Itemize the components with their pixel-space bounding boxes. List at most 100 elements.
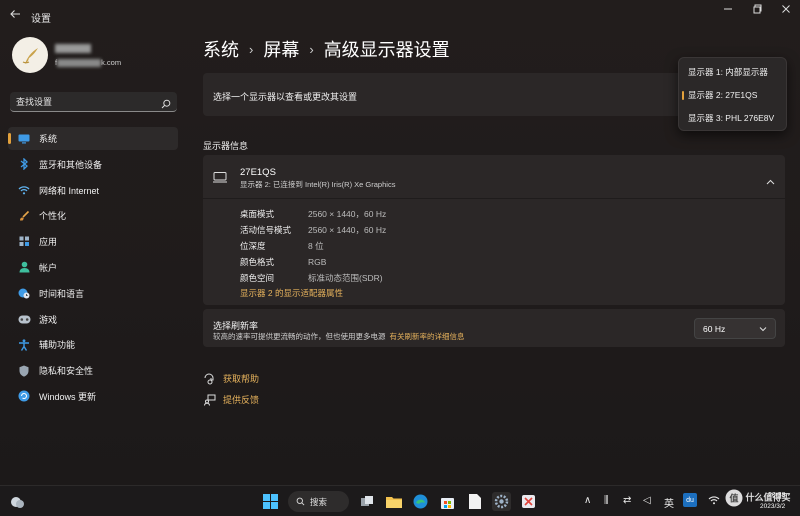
- display-subtitle: 显示器 2: 已连接到 Intel(R) Iris(R) Xe Graphics: [240, 180, 396, 189]
- apps-icon: [17, 235, 31, 249]
- network-icon: [17, 183, 31, 197]
- refresh-rate-value: 60 Hz: [703, 324, 726, 334]
- sidebar-item-bluetooth[interactable]: 蓝牙和其他设备: [8, 153, 178, 176]
- get-help-link[interactable]: 获取帮助: [203, 372, 259, 385]
- accessibility-icon: [17, 338, 31, 352]
- svg-text:值: 值: [729, 493, 738, 505]
- taskbar-search-label: 搜索: [310, 496, 328, 507]
- maximize-icon[interactable]: [745, 4, 771, 20]
- avatar-quill-icon: [22, 48, 38, 64]
- file-explorer-icon[interactable]: [384, 492, 403, 511]
- display-option-selected[interactable]: 显示器 2: 27E1QS: [679, 85, 786, 105]
- display-select-dropdown[interactable]: 显示器 1: 内部显示器 显示器 2: 27E1QS 显示器 3: PHL 27…: [678, 57, 787, 131]
- info-label: 桌面模式: [240, 209, 275, 219]
- refresh-rate-desc-text: 较高的速率可提供更流畅的动作，但也使用更多电源: [213, 332, 386, 341]
- sidebar-item-label: 个性化: [39, 211, 67, 222]
- refresh-rate-info-link[interactable]: 有关刷新率的详细信息: [390, 332, 465, 341]
- display-name: 27E1QS: [240, 167, 276, 178]
- search-icon: [296, 497, 305, 506]
- feedback-icon: [203, 394, 217, 406]
- chevron-down-icon: [759, 324, 767, 334]
- search-icon[interactable]: [161, 96, 171, 114]
- chevron-right-icon: ›: [309, 41, 314, 57]
- sidebar-item-time-language[interactable]: 时间和语言: [8, 282, 178, 305]
- store-icon[interactable]: [438, 492, 457, 511]
- breadcrumb-display[interactable]: 屏幕: [263, 36, 299, 62]
- display-info-list: 桌面模式 2560 × 1440，60 Hz 活动信号模式 2560 × 144…: [240, 206, 386, 286]
- adapter-properties-link[interactable]: 显示器 2 的显示适配器属性: [240, 287, 343, 299]
- task-view-icon[interactable]: [357, 492, 376, 511]
- display-option[interactable]: 显示器 1: 内部显示器: [679, 62, 786, 82]
- display-option[interactable]: 显示器 3: PHL 276E8V: [679, 108, 786, 128]
- display-info-header[interactable]: 27E1QS 显示器 2: 已连接到 Intel(R) Iris(R) Xe G…: [203, 155, 785, 199]
- sidebar-nav: 系统 蓝牙和其他设备 网络和 Internet 个性化 应用 帐户 时间和语言 …: [8, 127, 178, 411]
- account-icon: [17, 260, 31, 274]
- shield-icon: [17, 364, 31, 378]
- weather-icon[interactable]: [7, 492, 26, 511]
- taskbar-search[interactable]: 搜索: [288, 491, 349, 512]
- settings-window: 设置 fk.com 系统: [0, 0, 800, 485]
- globe-clock-icon: [17, 286, 31, 300]
- tray-app-icon[interactable]: ⫼: [604, 495, 609, 506]
- display-info-card: 27E1QS 显示器 2: 已连接到 Intel(R) Iris(R) Xe G…: [203, 155, 785, 305]
- sidebar-item-accounts[interactable]: 帐户: [8, 256, 178, 279]
- sidebar-item-label: 时间和语言: [39, 288, 85, 299]
- info-row: 活动信号模式 2560 × 1440，60 Hz: [240, 222, 386, 238]
- snipping-tool-icon[interactable]: [519, 492, 538, 511]
- sidebar-item-personalization[interactable]: 个性化: [8, 204, 178, 227]
- settings-app-icon[interactable]: [492, 492, 511, 511]
- sidebar-item-network[interactable]: 网络和 Internet: [8, 179, 178, 202]
- avatar[interactable]: [12, 37, 48, 73]
- back-arrow-icon[interactable]: [9, 8, 23, 22]
- refresh-rate-select[interactable]: 60 Hz: [694, 318, 776, 339]
- watermark-logo-icon: 值: [725, 489, 746, 507]
- ime-indicator[interactable]: 英: [664, 495, 674, 510]
- chevron-right-icon: ›: [249, 41, 254, 57]
- info-label: 位深度: [240, 241, 266, 251]
- feedback-link[interactable]: 提供反馈: [203, 393, 259, 406]
- info-value: 8 位: [308, 241, 324, 251]
- info-row: 颜色空间 标准动态范围(SDR): [240, 270, 386, 286]
- sidebar-item-accessibility[interactable]: 辅助功能: [8, 333, 178, 356]
- sidebar-item-privacy[interactable]: 隐私和安全性: [8, 359, 178, 382]
- sidebar-item-label: 应用: [39, 237, 58, 248]
- user-name: [55, 43, 91, 54]
- edge-icon[interactable]: [411, 492, 430, 511]
- sidebar-item-gaming[interactable]: 游戏: [8, 308, 178, 331]
- update-icon: [17, 389, 31, 403]
- title-bar: 设置: [0, 0, 800, 32]
- info-row: 位深度 8 位: [240, 238, 386, 254]
- sidebar-item-label: 帐户: [39, 262, 58, 273]
- info-value: 2560 × 1440，60 Hz: [308, 209, 387, 219]
- info-label: 活动信号模式: [240, 225, 292, 235]
- watermark-text: 什么值得买: [745, 492, 791, 503]
- help-icon: [203, 373, 217, 385]
- info-label: 颜色格式: [240, 257, 275, 267]
- refresh-rate-description: 较高的速率可提供更流畅的动作，但也使用更多电源 有关刷新率的详细信息: [213, 331, 465, 342]
- tray-chevron-up-icon[interactable]: ∧: [584, 495, 591, 506]
- sidebar-item-windows-update[interactable]: Windows 更新: [8, 385, 178, 408]
- chevron-up-icon[interactable]: [766, 172, 775, 190]
- user-email: f k.com: [55, 58, 122, 68]
- wifi-icon[interactable]: [708, 495, 720, 508]
- info-value: 2560 × 1440，60 Hz: [308, 225, 387, 235]
- sidebar-item-system[interactable]: 系统: [8, 127, 178, 150]
- sidebar-item-apps[interactable]: 应用: [8, 230, 178, 253]
- tray-sync-icon[interactable]: ⇄: [623, 495, 631, 506]
- sidebar-item-label: 隐私和安全性: [39, 366, 94, 377]
- sidebar-item-label: 辅助功能: [39, 340, 76, 351]
- start-icon[interactable]: [261, 492, 280, 511]
- document-icon[interactable]: [465, 492, 484, 511]
- info-value: 标准动态范围(SDR): [308, 273, 383, 283]
- tray-send-icon[interactable]: ◁: [643, 495, 651, 506]
- search-input[interactable]: [16, 95, 156, 109]
- breadcrumb-system[interactable]: 系统: [203, 36, 239, 62]
- search-box[interactable]: [10, 92, 177, 112]
- info-row: 颜色格式 RGB: [240, 254, 386, 270]
- sidebar-item-label: 系统: [39, 134, 58, 144]
- close-icon[interactable]: [773, 4, 799, 20]
- feedback-label: 提供反馈: [223, 395, 260, 405]
- minimize-icon[interactable]: [715, 4, 741, 20]
- section-title: 显示器信息: [203, 141, 249, 151]
- tray-du-icon[interactable]: du: [683, 493, 697, 507]
